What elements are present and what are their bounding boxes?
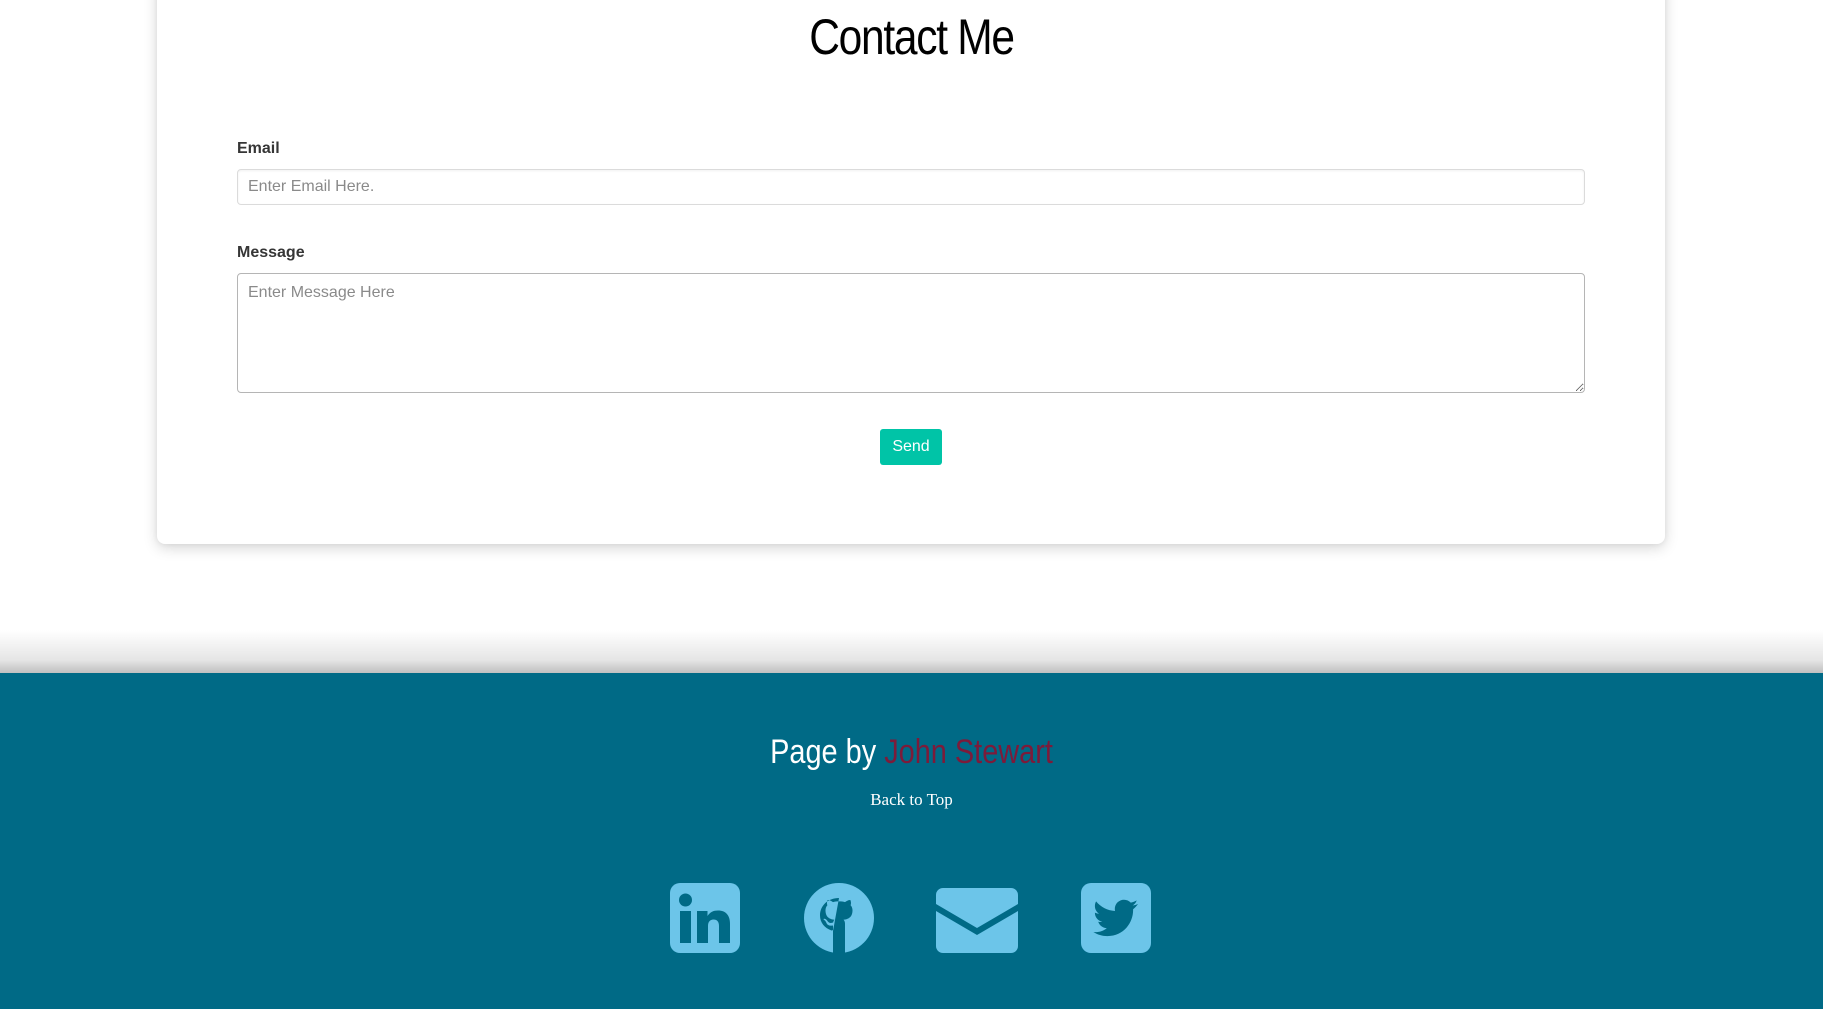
- email-link[interactable]: [936, 888, 1018, 953]
- credit-prefix: Page by: [770, 733, 877, 771]
- twitter-icon: [1081, 883, 1151, 953]
- message-textarea[interactable]: [237, 273, 1585, 393]
- github-link[interactable]: [804, 883, 874, 953]
- footer-shadow: [0, 630, 1823, 673]
- footer: Page by John Stewart Back to Top: [0, 673, 1823, 1009]
- author-name: John Stewart: [884, 733, 1053, 771]
- twitter-link[interactable]: [1081, 883, 1151, 953]
- footer-credit: Page by John Stewart: [137, 733, 1687, 772]
- message-label: Message: [237, 244, 305, 261]
- github-icon: [804, 883, 874, 953]
- email-field[interactable]: [237, 169, 1585, 205]
- back-to-top-link[interactable]: Back to Top: [0, 790, 1823, 810]
- envelope-icon: [936, 888, 1018, 953]
- linkedin-link[interactable]: [670, 883, 740, 953]
- linkedin-icon: [670, 883, 740, 953]
- email-label: Email: [237, 140, 280, 157]
- send-button[interactable]: Send: [880, 429, 942, 465]
- page-title: Contact Me: [809, 9, 1015, 65]
